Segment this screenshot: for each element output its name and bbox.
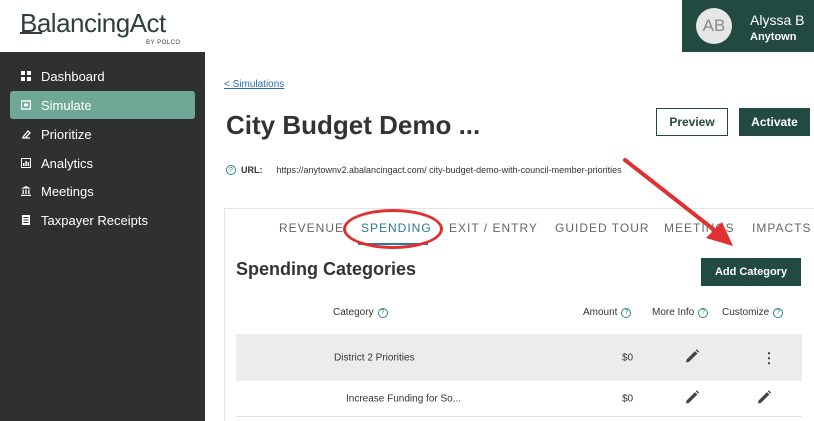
balancingact-logo[interactable]: BalancingAct [20,8,166,39]
tab-meetings[interactable]: MEETINGS [664,221,735,235]
table-row[interactable]: Increase Funding for So... $0 [236,381,802,417]
prioritize-icon [20,128,32,140]
tab-impacts[interactable]: IMPACTS [752,221,811,235]
user-organization: Anytown [750,31,797,43]
column-header-amount: Amount ? [583,307,632,318]
url-label: URL: [241,165,263,175]
column-header-customize: Customize ? [722,307,784,318]
help-icon[interactable]: ? [377,307,388,318]
sidebar-item-dashboard[interactable]: Dashboard [10,62,195,90]
sidebar-item-label: Taxpayer Receipts [41,212,148,228]
help-icon[interactable]: ? [773,307,784,318]
avatar: AB [696,8,732,44]
sidebar-item-label: Analytics [41,155,94,171]
sidebar-item-meetings[interactable]: Meetings [10,177,195,205]
column-header-label: Category [333,307,374,318]
sidebar-item-label: Dashboard [41,68,105,84]
page-title: City Budget Demo ... [226,110,481,140]
column-header-label: Amount [583,307,618,318]
simulation-url[interactable]: https://anytownv2.abalancingact.com/ cit… [277,165,622,175]
url-row: ? URL: https://anytownv2.abalancingact.c… [226,165,622,175]
analytics-icon [20,157,32,169]
user-menu[interactable]: AB Alyssa B Anytown [682,0,814,52]
tab-revenue[interactable]: REVENUE [279,221,344,235]
pencil-icon[interactable] [684,348,700,367]
category-name: District 2 Priorities [334,352,415,363]
sidebar-item-prioritize[interactable]: Prioritize [10,120,195,148]
category-amount: $0 [622,352,634,363]
logo-subtext: BY POLCO [146,40,181,46]
dashboard-icon [20,70,32,82]
column-header-label: More Info [652,307,695,318]
sidebar-item-label: Meetings [41,183,94,199]
sidebar: Dashboard Simulate Prioritize Analytics … [0,52,205,421]
sidebar-item-simulate[interactable]: Simulate [10,91,195,119]
table-header: Category ? Amount ? More Info ? Customiz… [236,307,802,327]
category-amount: $0 [622,393,634,404]
receipt-icon [20,214,32,226]
category-name: Increase Funding for So... [346,393,462,404]
tab-exit-entry[interactable]: EXIT / ENTRY [449,221,538,235]
help-icon[interactable]: ? [698,307,709,318]
simulate-icon [20,99,32,111]
logo-area: BalancingAct BY POLCO [0,0,205,52]
annotation-circle [343,209,443,249]
sidebar-item-label: Prioritize [41,126,92,142]
help-icon[interactable]: ? [621,307,632,318]
spending-card: REVENUE SPENDING EXIT / ENTRY GUIDED TOU… [224,208,814,421]
column-header-more-info: More Info ? [652,307,709,318]
back-to-simulations-link[interactable]: < Simulations [224,79,284,90]
section-title: Spending Categories [236,259,417,279]
pencil-icon[interactable] [684,389,700,408]
tab-bar: REVENUE SPENDING EXIT / ENTRY GUIDED TOU… [225,209,814,249]
help-icon[interactable]: ? [226,165,236,175]
column-header-label: Customize [722,307,770,318]
user-name: Alyssa B [750,12,805,28]
pencil-icon[interactable] [756,389,772,408]
tab-guided-tour[interactable]: GUIDED TOUR [555,221,650,235]
sidebar-item-analytics[interactable]: Analytics [10,149,195,177]
preview-button[interactable]: Preview [656,108,728,136]
activate-button[interactable]: Activate [739,108,810,136]
add-category-button[interactable]: Add Category [701,258,801,286]
meetings-icon [20,185,32,197]
column-header-category: Category ? [333,307,388,318]
kebab-menu-icon[interactable]: ⋮ [762,349,776,366]
main-content: < Simulations City Budget Demo ... Previ… [205,52,814,421]
sidebar-item-taxpayer-receipts[interactable]: Taxpayer Receipts [10,206,195,234]
logo-underline [20,32,42,34]
sidebar-item-label: Simulate [41,97,92,113]
table-row[interactable]: District 2 Priorities $0 ⋮ [236,334,802,381]
